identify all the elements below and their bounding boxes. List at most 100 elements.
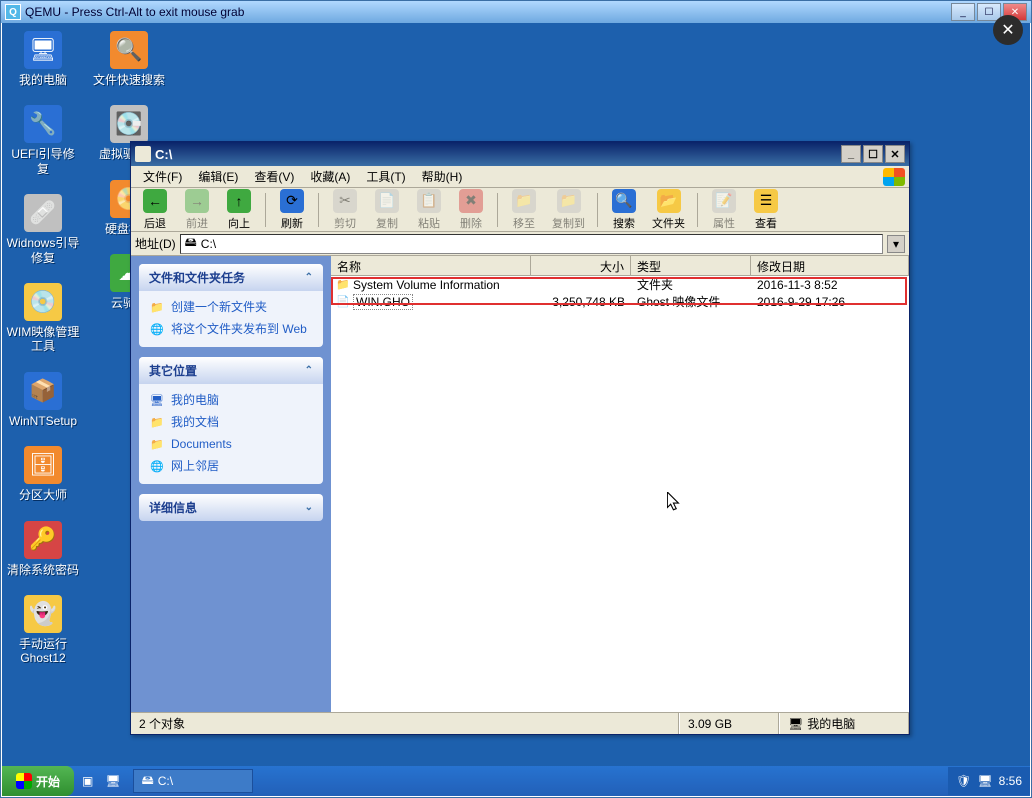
quicklaunch-cmd-icon[interactable]: ▣	[78, 769, 97, 793]
file-type: 文件夹	[631, 276, 751, 293]
toolbar-后退-button[interactable]: ←后退	[135, 187, 175, 233]
menu-item[interactable]: 编辑(E)	[190, 166, 246, 187]
toolbar-icon: 📁	[557, 189, 581, 213]
file-icon: 📄	[335, 294, 351, 310]
panel-item[interactable]: 📁我的文档	[149, 412, 313, 434]
overlay-close-icon[interactable]: ✕	[993, 15, 1023, 45]
icon-label: 清除系统密码	[7, 563, 79, 577]
toolbar-向上-button[interactable]: ↑向上	[219, 187, 259, 233]
toolbar-icon: 📋	[417, 189, 441, 213]
desktop-icon-4[interactable]: 📦WinNTSetup	[6, 372, 80, 428]
qemu-minimize-button[interactable]: _	[951, 3, 975, 21]
panel-item-label: 网上邻居	[171, 459, 219, 475]
file-name: System Volume Information	[353, 278, 500, 292]
address-input-container[interactable]: 🖴 C:\	[180, 234, 883, 254]
explorer-file-list[interactable]: 名称 大小 类型 修改日期 📁System Volume Information…	[331, 256, 909, 712]
panel-item[interactable]: 📁创建一个新文件夹	[149, 297, 313, 319]
icon-glyph: 💽	[110, 105, 148, 143]
address-input[interactable]: C:\	[201, 237, 216, 251]
desktop-icon-8[interactable]: 🔍文件快速搜索	[92, 31, 166, 87]
desktop-icon-2[interactable]: 🩹Widnows引导修复	[6, 194, 80, 265]
col-size[interactable]: 大小	[531, 256, 631, 275]
panel-item[interactable]: 🌐将这个文件夹发布到 Web	[149, 319, 313, 341]
tray-icon-1[interactable]: 🛡	[956, 774, 971, 788]
explorer-titlebar[interactable]: C:\ _ ☐ ✕	[131, 142, 909, 166]
panel-body: 🖥 我的电脑 📁我的文档📁Documents🌐网上邻居	[139, 384, 323, 484]
col-type[interactable]: 类型	[631, 256, 751, 275]
file-row[interactable]: 📁System Volume Information 文件夹 2016-11-3…	[331, 276, 909, 293]
panel-header[interactable]: 文件和文件夹任务⌃	[139, 264, 323, 291]
toolbar-label: 文件夹	[652, 215, 685, 231]
toolbar-删除-button: ✖删除	[451, 187, 491, 233]
panel-item-icon: 🌐	[149, 322, 165, 338]
cursor-pointer-icon	[667, 492, 681, 512]
toolbar-icon: →	[185, 189, 209, 213]
panel-item[interactable]: 🌐网上邻居	[149, 456, 313, 478]
toolbar-label: 查看	[755, 215, 777, 231]
toolbar-separator	[318, 193, 319, 227]
explorer-maximize-button[interactable]: ☐	[863, 145, 883, 163]
status-count: 2 个对象	[131, 713, 679, 734]
toolbar-label: 搜索	[613, 215, 635, 231]
toolbar-label: 移至	[513, 215, 535, 231]
explorer-window: C:\ _ ☐ ✕ 文件(F)编辑(E)查看(V)收藏(A)工具(T)帮助(H)…	[130, 141, 910, 735]
icon-label: 分区大师	[19, 488, 67, 502]
toolbar-icon: 📄	[375, 189, 399, 213]
explorer-toolbar: ←后退→前进↑向上⟳刷新✂剪切📄复制📋粘贴✖删除📁移至📁复制到🔍搜索📂文件夹📝属…	[131, 188, 909, 232]
xp-desktop[interactable]: 🖥 我的电脑 🔧UEFI引导修复 🩹Widnows引导修复 💿WIM映像管理工具 📦Win…	[2, 23, 1030, 796]
menu-item[interactable]: 工具(T)	[358, 166, 413, 187]
desktop-icon-6[interactable]: 🔑清除系统密码	[6, 521, 80, 577]
toolbar-label: 剪切	[334, 215, 356, 231]
desktop-icon-0[interactable]: 🖥我的电脑	[6, 31, 80, 87]
list-header[interactable]: 名称 大小 类型 修改日期	[331, 256, 909, 276]
address-label: 地址(D)	[135, 235, 176, 252]
toolbar-属性-button: 📝属性	[704, 187, 744, 233]
system-tray[interactable]: 🛡 🖥 8:56	[948, 767, 1030, 795]
panel-item[interactable]: 📁Documents	[149, 434, 313, 456]
toolbar-复制到-button: 📁复制到	[546, 187, 591, 233]
explorer-minimize-button[interactable]: _	[841, 145, 861, 163]
panel-item-icon: 🖥	[149, 393, 165, 409]
toolbar-label: 向上	[228, 215, 250, 231]
toolbar-查看-button[interactable]: ☰ 查看	[746, 187, 786, 233]
panel-item[interactable]: 🖥 我的电脑	[149, 390, 313, 412]
file-row[interactable]: 📄WIN.GHO 3,250,748 KB Ghost 映像文件 2016-9-…	[331, 293, 909, 310]
toolbar-icon: ✖	[459, 189, 483, 213]
panel-header[interactable]: 详细信息⌄	[139, 494, 323, 521]
col-name[interactable]: 名称	[331, 256, 531, 275]
tray-icon-2[interactable]: 🖥	[977, 774, 992, 788]
panel-header[interactable]: 其它位置⌃	[139, 357, 323, 384]
menu-item[interactable]: 文件(F)	[135, 166, 190, 187]
start-button[interactable]: 开始	[2, 766, 74, 796]
menu-item[interactable]: 收藏(A)	[302, 166, 358, 187]
taskbar-task-explorer[interactable]: 🖴 C:\	[133, 769, 253, 793]
menu-item[interactable]: 帮助(H)	[414, 166, 471, 187]
start-label: 开始	[36, 773, 60, 790]
icon-glyph: 👻	[24, 595, 62, 633]
desktop-icon-3[interactable]: 💿WIM映像管理工具	[6, 283, 80, 354]
toolbar-icon: ☰	[754, 189, 778, 213]
explorer-close-button[interactable]: ✕	[885, 145, 905, 163]
toolbar-label: 前进	[186, 215, 208, 231]
toolbar-label: 刷新	[281, 215, 303, 231]
col-date[interactable]: 修改日期	[751, 256, 909, 275]
side-panel: 文件和文件夹任务⌃ 📁创建一个新文件夹🌐将这个文件夹发布到 Web	[139, 264, 323, 347]
address-dropdown-button[interactable]: ▾	[887, 235, 905, 253]
toolbar-刷新-button[interactable]: ⟳刷新	[272, 187, 312, 233]
toolbar-搜索-button[interactable]: 🔍搜索	[604, 187, 644, 233]
status-location: 🖥 我的电脑	[779, 713, 909, 734]
toolbar-label: 粘贴	[418, 215, 440, 231]
chevron-icon: ⌄	[305, 502, 313, 513]
desktop-icon-5[interactable]: 🗄分区大师	[6, 446, 80, 502]
desktop-icon-7[interactable]: 👻手动运行Ghost12	[6, 595, 80, 666]
toolbar-文件夹-button[interactable]: 📂文件夹	[646, 187, 691, 233]
side-panel: 其它位置⌃ 🖥 我的电脑 📁我的文档📁Documents🌐网上邻居	[139, 357, 323, 484]
icon-label: UEFI引导修复	[6, 147, 80, 176]
quicklaunch-desktop-icon[interactable]: 🖥	[101, 769, 124, 793]
menu-item[interactable]: 查看(V)	[246, 166, 302, 187]
file-size: 3,250,748 KB	[531, 295, 631, 309]
desktop-icon-1[interactable]: 🔧UEFI引导修复	[6, 105, 80, 176]
chevron-icon: ⌃	[305, 272, 313, 283]
panel-item-label: 我的电脑	[171, 393, 219, 409]
toolbar-separator	[265, 193, 266, 227]
